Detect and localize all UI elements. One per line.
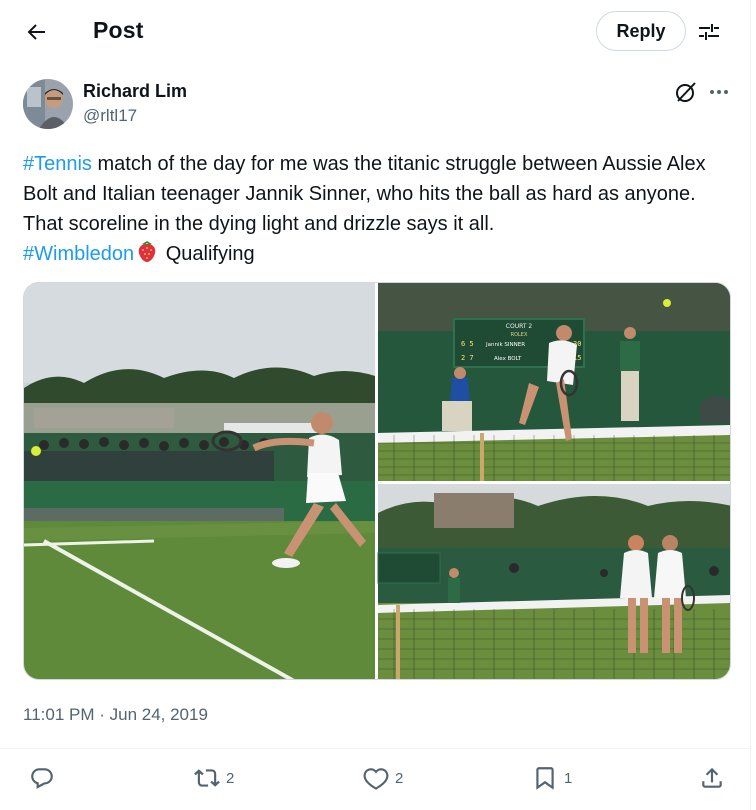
hashtag-wimbledon[interactable]: #Wimbledon [23,243,134,265]
more-icon[interactable] [707,80,731,104]
like-action[interactable]: 2 [363,765,403,791]
bookmark-count: 1 [564,769,573,787]
strawberry-icon [136,239,158,272]
photo-players-handshake[interactable] [377,484,731,680]
action-bar: 2 2 1 [0,748,751,810]
reply-button[interactable]: Reply [596,11,686,51]
post-page: Post Reply Richard Lim @rltl17 #Tennis m… [0,0,751,810]
heart-icon [363,768,389,790]
retweet-count: 2 [226,769,235,787]
avatar[interactable] [23,79,73,129]
like-count: 2 [395,769,404,787]
scoreboard-court: COURT 2 [506,323,533,330]
scoreboard-p2-sets: 2 7 [461,354,474,362]
share-action[interactable] [699,765,725,791]
tweet-body: match of the day for me was the titanic … [23,153,706,235]
photo-tennis-player-forehand[interactable] [24,283,375,680]
reply-action[interactable] [29,765,55,791]
page-title: Post [93,17,144,43]
reply-icon [31,768,53,789]
photo-tennis-serve-scoreboard[interactable]: COURT 2 ROLEX 6 5 Jannik SINNER 30 2 7 A… [378,283,731,481]
post-header: Post Reply [0,0,751,63]
bookmark-icon [536,767,554,790]
author-name[interactable]: Richard Lim [83,81,187,102]
tweet-text: #Tennis match of the day for me was the … [23,149,735,272]
settings-sliders-icon [699,24,719,40]
qualifying-text: Qualifying [160,243,255,265]
post-timestamp[interactable]: 11:01 PM · Jun 24, 2019 [23,705,208,725]
share-icon [702,767,722,788]
scoreboard-player2: Alex BOLT [494,356,522,362]
scoreboard-player1: Jannik SINNER [485,342,525,348]
bookmark-action[interactable]: 1 [532,765,572,791]
settings-button[interactable] [693,16,725,48]
grok-icon[interactable] [674,80,698,104]
retweet-icon [194,769,220,787]
back-button[interactable] [18,14,54,50]
scoreboard-p1-sets: 6 5 [461,340,474,348]
hashtag-tennis[interactable]: #Tennis [23,153,92,175]
back-arrow-icon [27,24,45,40]
author-handle[interactable]: @rltl17 [83,106,137,126]
scoreboard-brand: ROLEX [511,332,528,338]
media-grid: COURT 2 ROLEX 6 5 Jannik SINNER 30 2 7 A… [23,282,731,680]
retweet-action[interactable]: 2 [194,765,234,791]
